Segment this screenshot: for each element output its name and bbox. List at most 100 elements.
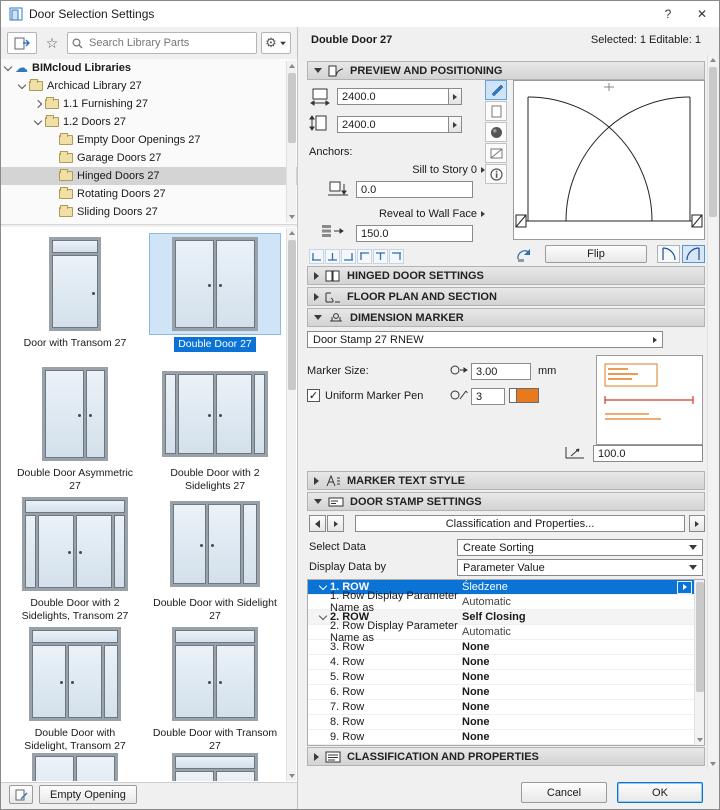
section-marker-text-style[interactable]: MARKER TEXT STYLE	[307, 471, 705, 490]
section-hinged-door-settings[interactable]: HINGED DOOR SETTINGS	[307, 266, 705, 285]
anchor-toolbar	[309, 249, 405, 264]
thumbnail-double-door-selected[interactable]: Double Door 27	[149, 233, 281, 363]
model-3d-view-button[interactable]	[485, 122, 507, 142]
new-object-button[interactable]	[9, 785, 33, 804]
pen-color-swatch[interactable]	[509, 388, 539, 403]
thumbnail-double-door-sidelight-transom[interactable]: Double Door with Sidelight, Transom 27	[9, 623, 141, 753]
dialog-icon	[9, 7, 23, 21]
height-flyout-button[interactable]	[449, 116, 462, 133]
tree-item-sliding-doors[interactable]: Sliding Doors 27	[1, 203, 297, 221]
door-selection-settings-dialog: Door Selection Settings ? ✕ ☆ ⚙	[0, 0, 720, 810]
marker-offset-field[interactable]: 100.0	[593, 445, 703, 462]
help-button[interactable]: ?	[651, 1, 685, 27]
elevation-view-button[interactable]	[485, 80, 507, 100]
row-flyout-button[interactable]	[677, 580, 692, 594]
empty-opening-button[interactable]: Empty Opening	[39, 785, 137, 804]
reveal-field[interactable]: 150.0	[356, 225, 473, 242]
chevron-down-icon	[689, 545, 697, 550]
flyout-icon	[695, 520, 699, 527]
info-button[interactable]	[485, 164, 507, 184]
uniform-marker-pen-checkbox[interactable]: ✓	[307, 389, 320, 402]
thumbnail-double-door-transom[interactable]: Double Door with Transom 27	[149, 623, 281, 753]
close-button[interactable]: ✕	[685, 1, 719, 27]
tree-item-empty-door-openings[interactable]: Empty Door Openings 27	[1, 131, 297, 149]
stamp-page-dropdown[interactable]: Classification and Properties...	[355, 515, 685, 532]
thumbnail-double-door-asymmetric[interactable]: Double Door Asymmetric 27	[9, 363, 141, 493]
thumbnail-door-with-transom[interactable]: Door with Transom 27	[9, 233, 141, 363]
section-view-button[interactable]	[485, 143, 507, 163]
tree-item-rotating-doors[interactable]: Rotating Doors 27	[1, 185, 297, 203]
tree-item-hinged-doors[interactable]: Hinged Doors 27	[1, 167, 297, 185]
table-row[interactable]: 7. Row None	[308, 700, 704, 715]
tree-item-archicad-library[interactable]: Archicad Library 27	[1, 77, 297, 95]
stamp-prev-button[interactable]	[309, 515, 326, 532]
thumbnail-double-door-2-sidelights[interactable]: Double Door with 2 Sidelights 27	[149, 363, 281, 493]
marker-size-field[interactable]: 3.00	[471, 363, 531, 380]
anchor-bottom-icon[interactable]	[389, 249, 404, 264]
folder-icon	[59, 151, 73, 163]
reveal-anchor-button[interactable]: Reveal to Wall Face	[307, 208, 485, 220]
anchor-center-icon[interactable]	[325, 249, 340, 264]
thumbnail-partial[interactable]	[149, 753, 281, 782]
tree-item-bimcloud[interactable]: ☁ BIMcloud Libraries	[1, 59, 297, 77]
anchor-mid-icon[interactable]	[373, 249, 388, 264]
door-stamp-icon	[328, 496, 344, 508]
door-stamp-dropdown[interactable]: Door Stamp 27 RNEW	[307, 331, 663, 348]
section-floor-plan-and-section[interactable]: FLOOR PLAN AND SECTION	[307, 287, 705, 306]
anchor-top-icon[interactable]	[357, 249, 372, 264]
swing-left-button[interactable]	[657, 245, 680, 263]
folder-icon	[59, 187, 73, 199]
select-data-dropdown[interactable]: Create Sorting	[457, 539, 703, 556]
ok-button[interactable]: OK	[617, 782, 703, 803]
stamp-flyout-button[interactable]	[689, 515, 705, 532]
anchor-right-icon[interactable]	[341, 249, 356, 264]
table-row[interactable]: 4. Row None	[308, 655, 704, 670]
anchor-left-icon[interactable]	[309, 249, 324, 264]
tree-item-furnishing[interactable]: 1.1 Furnishing 27	[1, 95, 297, 113]
door-width-field[interactable]: 2400.0	[337, 88, 449, 105]
folder-icon	[45, 97, 59, 109]
table-row[interactable]: 5. Row None	[308, 670, 704, 685]
table-row[interactable]: 3. Row None	[308, 640, 704, 655]
section-dimension-marker[interactable]: DIMENSION MARKER	[307, 308, 705, 327]
table-scrollbar[interactable]	[694, 580, 704, 745]
pen-number-field[interactable]: 3	[471, 388, 505, 405]
table-row[interactable]: 2. Row Display Parameter Name as Automat…	[308, 620, 704, 644]
tree-item-garage-doors[interactable]: Garage Doors 27	[1, 149, 297, 167]
library-options-button[interactable]: ⚙	[261, 32, 291, 54]
door-width-icon	[309, 88, 331, 106]
swing-right-button[interactable]	[682, 245, 705, 263]
sill-anchor-button[interactable]: Sill to Story 0	[307, 164, 485, 176]
section-door-stamp-settings[interactable]: DOOR STAMP SETTINGS	[307, 492, 705, 511]
table-row[interactable]: 1. Row Display Parameter Name as Automat…	[308, 590, 704, 614]
section-classification-and-properties[interactable]: CLASSIFICATION AND PROPERTIES	[307, 747, 705, 766]
door-height-field[interactable]: 2400.0	[337, 116, 449, 133]
favorites-button[interactable]: ☆	[41, 32, 63, 54]
door-preview[interactable]	[513, 80, 705, 240]
cancel-button[interactable]: Cancel	[521, 782, 607, 803]
scroll-down-icon	[289, 774, 295, 778]
settings-panel: Double Door 27 Selected: 1 Editable: 1 P…	[299, 27, 719, 809]
flip-button[interactable]: Flip	[545, 245, 647, 263]
display-data-by-dropdown[interactable]: Parameter Value	[457, 559, 703, 576]
width-flyout-button[interactable]	[449, 88, 462, 105]
search-input[interactable]	[87, 36, 252, 50]
settings-scrollbar[interactable]	[707, 55, 717, 769]
table-row[interactable]: 8. Row None	[308, 715, 704, 730]
thumbnail-scrollbar[interactable]	[286, 228, 296, 781]
thumbnail-double-door-2-sidelights-transom[interactable]: Double Door with 2 Sidelights, Transom 2…	[9, 493, 141, 623]
table-row[interactable]: 6. Row None	[308, 685, 704, 700]
library-view-button[interactable]	[7, 32, 37, 54]
sill-field[interactable]: 0.0	[356, 181, 473, 198]
thumbnail-partial[interactable]	[9, 753, 141, 782]
stamp-next-button[interactable]	[327, 515, 344, 532]
tree-scrollbar[interactable]	[286, 61, 296, 222]
search-box[interactable]	[67, 32, 257, 54]
tree-item-doors[interactable]: 1.2 Doors 27	[1, 113, 297, 131]
section-preview-and-positioning[interactable]: PREVIEW AND POSITIONING	[307, 61, 705, 80]
thumbnail-double-door-sidelight[interactable]: Double Door with Sidelight 27	[149, 493, 281, 623]
table-row[interactable]: 9. Row None	[308, 730, 704, 745]
settings-header: Double Door 27 Selected: 1 Editable: 1	[311, 34, 701, 46]
gear-icon: ⚙	[265, 35, 277, 50]
plan-view-button[interactable]	[485, 101, 507, 121]
